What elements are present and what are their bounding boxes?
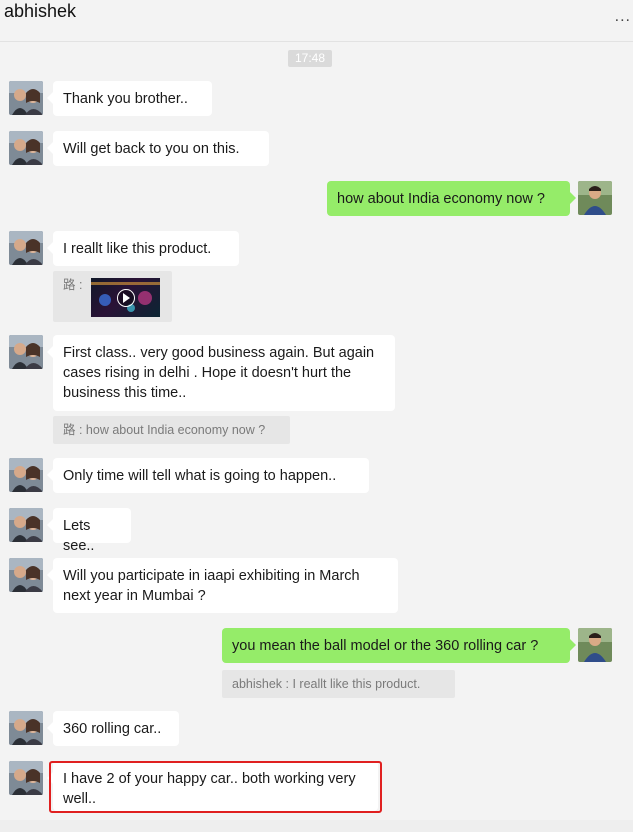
message-bubble[interactable]: First class.. very good business again. … — [47, 335, 395, 411]
quote-text: abhishek : I reallt like this product. — [232, 677, 421, 691]
message-text: Thank you brother.. — [63, 91, 188, 107]
message-text: Will you participate in iaapi exhibiting… — [63, 568, 360, 604]
my-message-bubble[interactable]: you mean the ball model or the 360 rolli… — [222, 628, 576, 663]
message-bubble[interactable]: Thank you brother.. — [47, 81, 212, 116]
message-text: 360 rolling car.. — [63, 721, 162, 737]
message-bubble[interactable]: 360 rolling car.. — [47, 711, 179, 746]
message-text: Lets see.. — [63, 518, 95, 554]
contact-avatar[interactable] — [9, 231, 43, 265]
message-text: Will get back to you on this. — [63, 141, 240, 157]
video-thumbnail[interactable] — [91, 278, 160, 317]
contact-avatar[interactable] — [9, 458, 43, 492]
input-area-edge — [0, 820, 633, 832]
contact-avatar[interactable] — [9, 131, 43, 165]
contact-avatar[interactable] — [9, 335, 43, 369]
message-bubble[interactable]: Will get back to you on this. — [47, 131, 269, 166]
my-avatar[interactable] — [578, 181, 612, 215]
message-text: First class.. very good business again. … — [63, 345, 375, 401]
play-icon[interactable] — [117, 289, 135, 307]
chat-title: abhishek — [4, 1, 77, 21]
quote-text: 路 : how about India economy now ? — [63, 423, 266, 437]
quoted-message[interactable]: abhishek : I reallt like this product. — [222, 670, 455, 698]
message-text: Only time will tell what is going to hap… — [63, 468, 337, 484]
contact-avatar[interactable] — [9, 711, 43, 745]
my-message-bubble[interactable]: how about India economy now ? — [327, 181, 576, 216]
contact-avatar[interactable] — [9, 761, 43, 795]
message-bubble[interactable]: I reallt like this product. — [47, 231, 239, 266]
message-bubble[interactable]: Only time will tell what is going to hap… — [47, 458, 369, 493]
my-avatar[interactable] — [578, 628, 612, 662]
quote-prefix: 路 : — [63, 278, 83, 292]
message-bubble[interactable]: Lets see.. — [47, 508, 131, 554]
message-text: how about India economy now ? — [337, 191, 545, 207]
contact-avatar[interactable] — [9, 508, 43, 542]
chat-header: abhishek ... — [0, 0, 633, 42]
message-bubble[interactable]: I have 2 of your happy car.. both workin… — [47, 761, 378, 811]
message-text: you mean the ball model or the 360 rolli… — [232, 638, 539, 654]
timestamp: 17:48 — [288, 50, 332, 67]
message-text: I have 2 of your happy car.. both workin… — [63, 771, 356, 807]
message-text: I reallt like this product. — [63, 241, 212, 257]
message-bubble[interactable]: Will you participate in iaapi exhibiting… — [47, 558, 398, 613]
contact-avatar[interactable] — [9, 558, 43, 592]
contact-avatar[interactable] — [9, 81, 43, 115]
more-options-icon[interactable]: ... — [615, 9, 631, 25]
quoted-message[interactable]: 路 : how about India economy now ? — [53, 416, 290, 444]
